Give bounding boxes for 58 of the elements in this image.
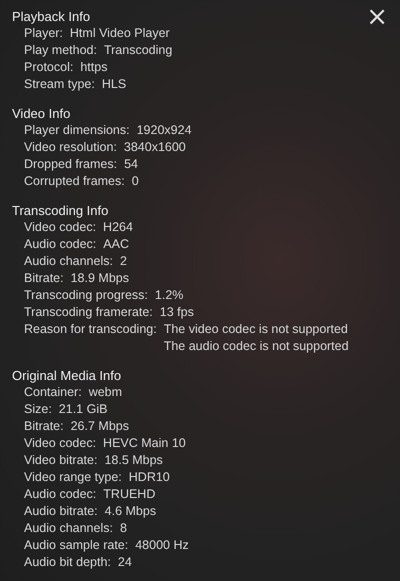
- info-value: 54: [124, 156, 138, 173]
- info-value: The audio codec is not supported: [164, 338, 349, 355]
- info-label: Player:: [24, 25, 63, 42]
- info-value: 8: [120, 520, 127, 537]
- info-value: HDR10: [128, 469, 170, 486]
- info-value: 3840x1600: [124, 139, 186, 156]
- info-value: HLS: [102, 76, 126, 93]
- info-value: HEVC Main 10: [103, 435, 186, 452]
- info-value: 2: [120, 253, 127, 270]
- info-label: Transcoding progress:: [24, 287, 148, 304]
- info-label: Player dimensions:: [24, 122, 130, 139]
- info-label: Audio sample rate:: [24, 537, 128, 554]
- info-value: 1.2%: [154, 287, 184, 304]
- info-label: Video codec:: [24, 219, 96, 236]
- info-label: Dropped frames:: [24, 156, 118, 173]
- info-label: Video range type:: [24, 469, 122, 486]
- section-title: Original Media Info: [12, 367, 122, 384]
- info-label: Audio bit depth:: [24, 554, 111, 571]
- info-label: Audio channels:: [24, 253, 113, 270]
- info-label: Corrupted frames:: [24, 173, 125, 190]
- info-label: Stream type:: [24, 76, 95, 93]
- info-label: Audio codec:: [24, 486, 96, 503]
- info-label: Reason for transcoding:: [24, 321, 157, 338]
- info-label: Play method:: [24, 42, 97, 59]
- info-value: The video codec is not supported: [164, 321, 349, 338]
- info-value: 18.9 Mbps: [70, 270, 129, 287]
- info-value: 4.6 Mbps: [104, 503, 156, 520]
- info-value: 13 fps: [160, 304, 194, 321]
- info-value: webm: [88, 384, 122, 401]
- info-label: Video codec:: [24, 435, 96, 452]
- info-label: Bitrate:: [24, 418, 64, 435]
- info-value: TRUEHD: [103, 486, 156, 503]
- section-title: Video Info: [12, 105, 70, 122]
- info-value: 18.5 Mbps: [104, 452, 163, 469]
- info-value: AAC: [103, 236, 129, 253]
- close-button[interactable]: ×: [364, 4, 390, 30]
- info-label: Video resolution:: [24, 139, 117, 156]
- info-label: Container:: [24, 384, 82, 401]
- info-label: Protocol:: [24, 59, 74, 76]
- info-label: Audio codec:: [24, 236, 96, 253]
- info-label: Transcoding framerate:: [24, 304, 153, 321]
- info-label: Audio bitrate:: [24, 503, 98, 520]
- info-value: 21.1 GiB: [58, 401, 108, 418]
- info-value: Transcoding: [104, 42, 172, 59]
- section-title: Playback Info: [12, 8, 90, 25]
- info-value: 0: [132, 173, 139, 190]
- info-label: Size:: [24, 401, 52, 418]
- info-value: 48000 Hz: [135, 537, 189, 554]
- info-value: 1920x924: [136, 122, 192, 139]
- info-value: H264: [103, 219, 133, 236]
- info-label: Audio channels:: [24, 520, 113, 537]
- section-title: Transcoding Info: [12, 202, 108, 219]
- info-label: Video bitrate:: [24, 452, 98, 469]
- info-value: 26.7 Mbps: [70, 418, 129, 435]
- info-label: Bitrate:: [24, 270, 64, 287]
- info-value: 24: [118, 554, 132, 571]
- info-value: Html Video Player: [70, 25, 170, 42]
- info-value: https: [80, 59, 108, 76]
